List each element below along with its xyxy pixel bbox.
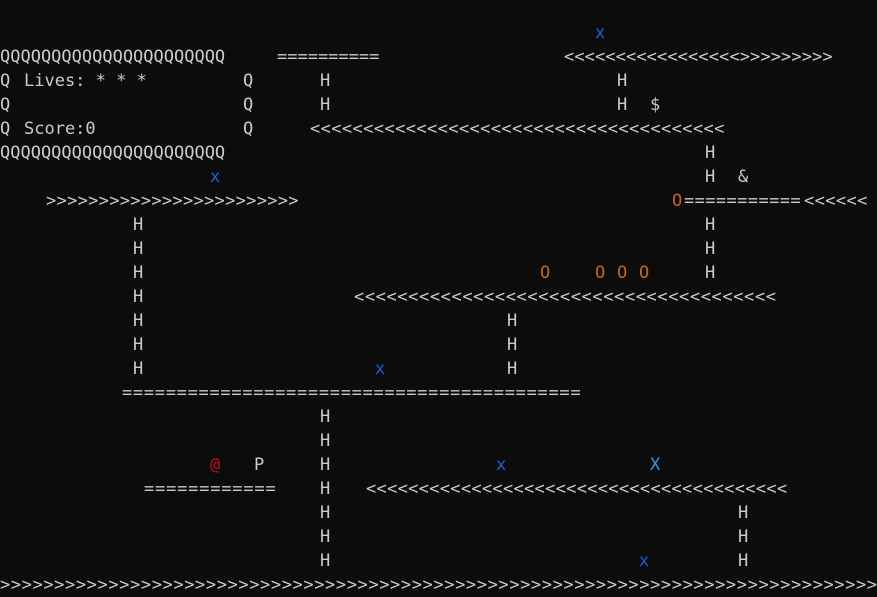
- ladder: H: [133, 263, 144, 283]
- game-screen[interactable]: QQQQQQQQQQQQQQQQQQQQQQ Q Lives: * * * Q …: [0, 0, 877, 595]
- ladder: H: [133, 287, 144, 307]
- ladder: H: [320, 455, 331, 475]
- ladder: H: [507, 359, 518, 379]
- conveyor-platform: <<<<<<<<<<<<<<<<<<<<<<<<<<<<<<<<<<<<<<<: [310, 119, 725, 139]
- enemy: x: [639, 551, 650, 571]
- ladder: H: [738, 503, 749, 523]
- hud-side-right: Q: [243, 119, 254, 139]
- dollar-item: $: [650, 95, 661, 115]
- conveyor-platform-floor: >>>>>>>>>>>>>>>>>>>>>>>>>>>>>>>>>>>>>>>>…: [0, 575, 877, 595]
- platform: ============: [144, 479, 277, 499]
- barrel: O: [540, 263, 551, 283]
- barrel: O: [672, 191, 683, 211]
- ladder: H: [705, 263, 716, 283]
- barrel: O: [639, 263, 650, 283]
- enemy: x: [210, 167, 221, 187]
- platform: ===========: [684, 191, 801, 211]
- conveyor-platform: <<<<<<<<<<<<<<<<<>>>>>>>>>: [564, 47, 833, 67]
- ladder: H: [133, 311, 144, 331]
- ladder: H: [738, 527, 749, 547]
- ladder: H: [133, 215, 144, 235]
- enemy: x: [595, 23, 606, 43]
- princess-character: P: [254, 455, 265, 475]
- conveyor-platform: <<<<<<<<<<<<<<<<<<<<<<<<<<<<<<<<<<<<<<<<: [366, 479, 788, 499]
- ladder: H: [133, 359, 144, 379]
- player-character: @: [210, 455, 221, 475]
- ladder: H: [738, 551, 749, 571]
- ladder: H: [705, 167, 716, 187]
- hud-side-left: Q: [0, 71, 11, 91]
- ladder: H: [320, 503, 331, 523]
- ladder: H: [705, 215, 716, 235]
- ladder: H: [320, 479, 331, 499]
- ladder: H: [320, 431, 331, 451]
- ladder: H: [133, 239, 144, 259]
- barrel: O: [617, 263, 628, 283]
- barrel: O: [595, 263, 606, 283]
- ladder: H: [507, 311, 518, 331]
- ladder: H: [320, 71, 331, 91]
- conveyor-platform: <<<<<<<<<<<<<<<<<<<<<<<<<<<<<<<<<<<<<<<: [354, 287, 777, 307]
- hud-side-left: Q: [0, 95, 11, 115]
- hud-side-right: Q: [243, 95, 254, 115]
- ampersand-item: &: [738, 167, 749, 187]
- hud-side-right: Q: [243, 71, 254, 91]
- ladder: H: [320, 95, 331, 115]
- enemy: x: [375, 359, 386, 379]
- ladder: H: [133, 335, 144, 355]
- conveyor-platform: >>>>>>>>>>>>>>>>>>>>>>>>: [46, 191, 299, 211]
- ladder: H: [320, 407, 331, 427]
- hud-border-bottom: QQQQQQQQQQQQQQQQQQQQQQ: [0, 143, 226, 163]
- conveyor-platform: <<<<<<: [804, 191, 868, 211]
- hud-border-top: QQQQQQQQQQQQQQQQQQQQQQ: [0, 47, 226, 67]
- hud-side-left: Q: [0, 119, 11, 139]
- ladder: H: [507, 335, 518, 355]
- hud-score: Score:0: [24, 119, 96, 139]
- ladder: H: [320, 527, 331, 547]
- enemy-big: X: [650, 455, 661, 475]
- platform: ========================================…: [122, 383, 582, 403]
- ladder: H: [617, 95, 628, 115]
- ladder: H: [705, 239, 716, 259]
- ladder: H: [705, 143, 716, 163]
- enemy: x: [496, 455, 507, 475]
- hud-lives: Lives: * * *: [24, 71, 147, 91]
- ladder: H: [320, 551, 331, 571]
- ladder: H: [617, 71, 628, 91]
- platform: ==========: [277, 47, 380, 67]
